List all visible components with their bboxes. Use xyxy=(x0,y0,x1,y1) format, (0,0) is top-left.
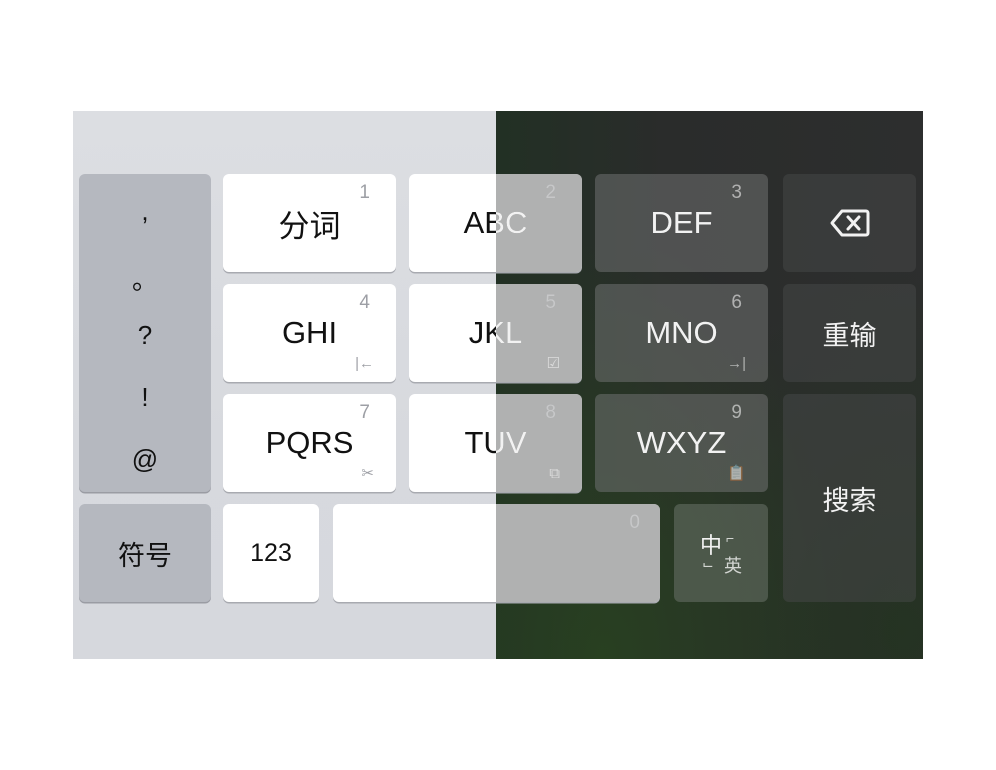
key-number: 0 xyxy=(629,512,640,533)
key-label: GHI xyxy=(281,315,338,350)
key-number: 2 xyxy=(545,182,556,203)
key-number: 1 xyxy=(359,182,370,203)
key-4-ghi[interactable]: GHI 4 |← xyxy=(223,284,396,382)
symbol-question[interactable]: ? xyxy=(79,320,211,351)
key-7-pqrs[interactable]: PQRS 7 ✂ xyxy=(223,394,396,492)
symbol-period[interactable]: 。 xyxy=(79,260,211,297)
cursor-left-icon: |← xyxy=(355,355,374,372)
space-key[interactable]: 0 xyxy=(333,504,660,602)
symbol-at[interactable]: @ xyxy=(79,444,211,475)
symbol-column[interactable]: , 。 ? ! @ xyxy=(79,174,211,492)
key-2-abc[interactable]: ABC 2 xyxy=(409,174,582,272)
symbols-key[interactable]: 符号 xyxy=(79,504,211,602)
key-label: 分词 xyxy=(278,208,341,244)
key-number: 4 xyxy=(359,292,370,313)
numbers-key[interactable]: 123 xyxy=(223,504,319,602)
key-label: JKL xyxy=(468,315,523,350)
key-5-jkl[interactable]: JKL 5 xyxy=(409,284,582,382)
scissors-icon: ✂ xyxy=(361,465,374,482)
key-number: 7 xyxy=(359,402,370,423)
key-number: 8 xyxy=(545,402,556,423)
key-label: ABC xyxy=(463,205,528,240)
key-1-segment[interactable]: 分词 1 xyxy=(223,174,396,272)
key-number: 5 xyxy=(545,292,556,313)
symbol-exclaim[interactable]: ! xyxy=(79,382,211,413)
keyboard: , 。 ? ! @ 分词 1 ABC 2 GHI 4 |← JKL 5 PQRS… xyxy=(73,111,923,659)
key-label: PQRS xyxy=(265,425,354,460)
key-8-tuv[interactable]: TUV 8 xyxy=(409,394,582,492)
key-label: 123 xyxy=(250,538,292,567)
symbol-comma[interactable]: , xyxy=(79,196,211,227)
key-label: TUV xyxy=(464,425,527,460)
key-label: 符号 xyxy=(118,540,172,571)
